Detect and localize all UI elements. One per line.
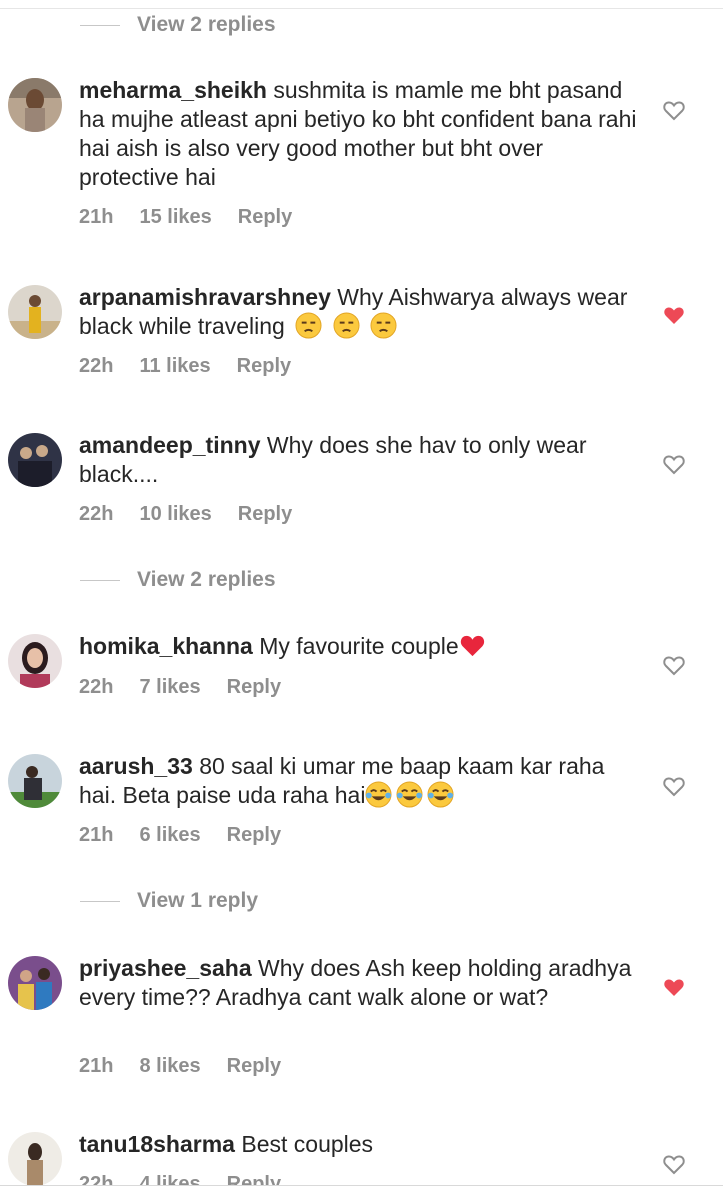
unamused-face-icon <box>295 312 322 339</box>
avatar[interactable] <box>8 433 62 487</box>
like-heart-icon[interactable] <box>662 452 686 476</box>
comment-body: aarush_33 80 saal ki umar me baap kaam k… <box>79 752 639 810</box>
replies-dash <box>80 579 120 581</box>
comment-meta: 22h 10 likes Reply <box>79 503 318 526</box>
comment-likes[interactable]: 7 likes <box>139 676 200 699</box>
avatar[interactable] <box>8 956 62 1010</box>
comment-time: 21h <box>79 824 114 846</box>
comment-time: 22h <box>79 355 114 377</box>
comment-body: meharma_sheikh sushmita is mamle me bht … <box>79 76 639 192</box>
reply-button[interactable]: Reply <box>237 355 291 378</box>
comment-likes[interactable]: 8 likes <box>139 1055 200 1078</box>
avatar[interactable] <box>8 78 62 132</box>
comment-text: Best couples <box>241 1131 374 1157</box>
replies-dash <box>80 900 120 902</box>
comment-text: My favourite couple <box>259 633 459 659</box>
unamused-face-icon <box>333 312 360 339</box>
comment-username[interactable]: homika_khanna <box>79 633 253 659</box>
view-replies-link[interactable]: View 2 replies <box>80 565 276 595</box>
comment-likes[interactable]: 10 likes <box>139 503 211 526</box>
reply-button[interactable]: Reply <box>238 206 292 229</box>
view-replies-label: View 1 reply <box>137 889 259 912</box>
tears-of-joy-icon <box>427 781 454 808</box>
comment-time: 21h <box>79 1055 114 1077</box>
comment-username[interactable]: priyashee_saha <box>79 955 252 981</box>
comment-username[interactable]: aarush_33 <box>79 753 193 779</box>
comment-likes[interactable]: 11 likes <box>139 355 210 378</box>
comment-time: 22h <box>79 676 114 698</box>
view-replies-link[interactable]: View 2 replies <box>80 10 276 40</box>
comment-username[interactable]: amandeep_tinny <box>79 432 261 458</box>
comment-body: tanu18sharma Best couples <box>79 1130 639 1159</box>
comment-username[interactable]: arpanamishravarshney <box>79 284 331 310</box>
red-heart-icon <box>460 635 484 657</box>
comment-likes[interactable]: 6 likes <box>139 824 200 847</box>
replies-dash <box>80 24 120 26</box>
comment-meta: 22h 7 likes Reply <box>79 676 307 699</box>
comment-likes[interactable]: 15 likes <box>139 206 211 229</box>
tears-of-joy-icon <box>396 781 423 808</box>
view-replies-label: View 2 replies <box>137 13 276 36</box>
bottom-cover <box>0 1186 723 1197</box>
reply-button[interactable]: Reply <box>227 1055 281 1078</box>
comment-username[interactable]: meharma_sheikh <box>79 77 267 103</box>
comment-meta: 21h 15 likes Reply <box>79 206 318 229</box>
comment-body: arpanamishravarshney Why Aishwarya alway… <box>79 283 639 341</box>
reply-button[interactable]: Reply <box>227 824 281 847</box>
view-replies-link[interactable]: View 1 reply <box>80 886 258 916</box>
like-heart-icon[interactable] <box>662 1152 686 1176</box>
comment-meta: 21h 8 likes Reply <box>79 1055 307 1078</box>
like-heart-icon[interactable] <box>662 98 686 122</box>
comment-body: priyashee_saha Why does Ash keep holding… <box>79 954 639 1012</box>
tears-of-joy-icon <box>365 781 392 808</box>
avatar[interactable] <box>8 285 62 339</box>
avatar[interactable] <box>8 1132 62 1186</box>
reply-button[interactable]: Reply <box>238 503 292 526</box>
liked-heart-icon[interactable] <box>662 303 686 327</box>
liked-heart-icon[interactable] <box>662 975 686 999</box>
bottom-divider <box>0 1185 723 1186</box>
avatar[interactable] <box>8 754 62 808</box>
avatar[interactable] <box>8 634 62 688</box>
reply-button[interactable]: Reply <box>227 676 281 699</box>
comment-time: 22h <box>79 503 114 525</box>
comment-time: 21h <box>79 206 114 228</box>
comment-meta: 22h 11 likes Reply <box>79 355 317 378</box>
comment-body: homika_khanna My favourite couple <box>79 632 639 661</box>
top-divider <box>0 8 723 9</box>
comment-meta: 21h 6 likes Reply <box>79 824 307 847</box>
comment-username[interactable]: tanu18sharma <box>79 1131 235 1157</box>
like-heart-icon[interactable] <box>662 653 686 677</box>
comment-body: amandeep_tinny Why does she hav to only … <box>79 431 639 489</box>
unamused-face-icon <box>370 312 397 339</box>
view-replies-label: View 2 replies <box>137 568 276 591</box>
like-heart-icon[interactable] <box>662 774 686 798</box>
